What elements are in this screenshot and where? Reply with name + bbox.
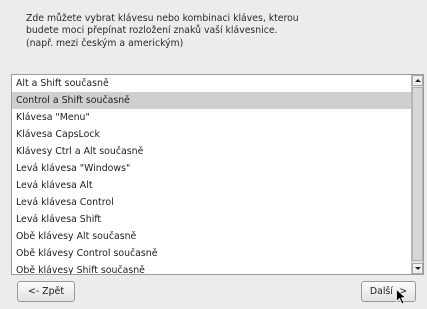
list-item[interactable]: Alt a Shift současně — [12, 75, 411, 92]
scroll-up-button[interactable] — [412, 75, 423, 86]
list-item[interactable]: Obě klávesy Control současně — [12, 245, 411, 262]
instructions-text: Zde můžete vybrat klávesu nebo kombinaci… — [26, 13, 416, 50]
list-item[interactable]: Klávesy Ctrl a Alt současně — [12, 143, 411, 160]
mouse-pointer-icon — [396, 289, 407, 305]
list-item[interactable]: Levá klávesa Alt — [12, 177, 411, 194]
scroll-down-button[interactable] — [412, 263, 423, 274]
list-item[interactable]: Levá klávesa Shift — [12, 211, 411, 228]
list-item[interactable]: Obě klávesy Shift současně — [12, 262, 411, 274]
key-combination-list[interactable]: Alt a Shift současně Control a Shift sou… — [11, 74, 424, 275]
vertical-scrollbar[interactable] — [411, 75, 423, 274]
instructions-line-3: (např. mezi českým a americkým) — [26, 37, 184, 49]
scrollbar-thumb[interactable] — [412, 87, 423, 261]
arrow-down-icon — [415, 267, 421, 270]
next-button[interactable]: Další -> — [361, 281, 416, 302]
list-item[interactable]: Levá klávesa Control — [12, 194, 411, 211]
list-item[interactable]: Obě klávesy Alt současně — [12, 228, 411, 245]
instructions-line-1: Zde můžete vybrat klávesu nebo kombinaci… — [26, 13, 299, 24]
list-item-selected[interactable]: Control a Shift současně — [12, 92, 411, 109]
list-item[interactable]: Klávesa CapsLock — [12, 126, 411, 143]
key-combination-options: Alt a Shift současně Control a Shift sou… — [12, 75, 411, 274]
list-item[interactable]: Levá klávesa "Windows" — [12, 160, 411, 177]
instructions-line-2: budete moci přepínat rozložení znaků vaš… — [26, 25, 278, 37]
arrow-up-icon — [415, 79, 421, 82]
list-item[interactable]: Klávesa "Menu" — [12, 109, 411, 126]
back-button[interactable]: <- Zpět — [17, 281, 75, 302]
